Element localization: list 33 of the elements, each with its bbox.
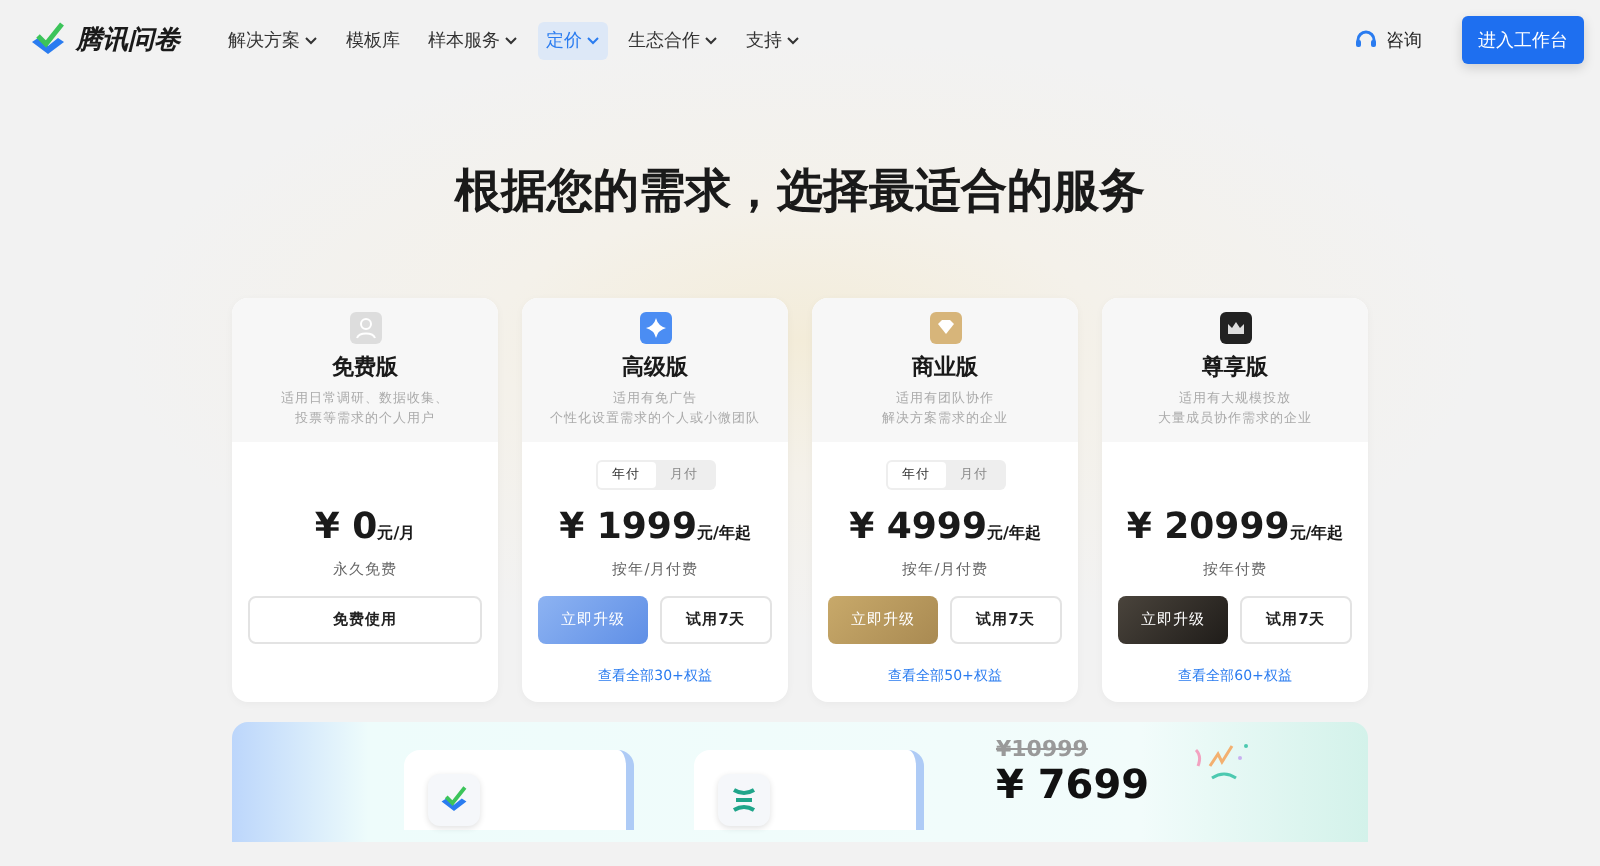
- price-unit: 元/年起: [986, 522, 1041, 544]
- chevron-down-icon: [786, 35, 800, 45]
- price-unit: 元/年起: [696, 522, 751, 544]
- original-price: ¥10999: [996, 736, 1090, 762]
- nav-item[interactable]: 样本服务: [420, 21, 526, 59]
- promo-price: ¥ 7699: [996, 762, 1150, 806]
- chevron-down-icon: [704, 35, 718, 45]
- crown-icon: [1219, 312, 1251, 344]
- brand-name: 腾讯问卷: [76, 24, 180, 58]
- plan-name: 尊享版: [1202, 352, 1268, 382]
- plan-name: 免费版: [332, 352, 398, 382]
- nav-item[interactable]: 解决方案: [220, 21, 326, 59]
- consult-link[interactable]: 咨询: [1354, 27, 1422, 53]
- nav-item[interactable]: 模板库: [338, 21, 408, 59]
- person-icon: [349, 312, 381, 344]
- price-unit: 元/年起: [1289, 522, 1344, 544]
- chevron-down-icon: [304, 35, 318, 45]
- plan-name: 商业版: [912, 352, 978, 382]
- price-unit: 元/月: [377, 522, 416, 544]
- price-amount: ¥ 1999: [559, 506, 697, 548]
- workspace-button[interactable]: 进入工作台: [1462, 16, 1584, 64]
- chevron-down-icon: [586, 35, 600, 45]
- logo-icon: [28, 22, 68, 58]
- sparkle-icon: [639, 312, 671, 344]
- price-amount: ¥ 0: [314, 506, 378, 548]
- nav-item[interactable]: 支持: [738, 21, 808, 59]
- price-amount: ¥ 4999: [849, 506, 987, 548]
- plan-name: 高级版: [622, 352, 688, 382]
- page-heading: 根据您的需求，选择最适合的服务: [452, 164, 1147, 222]
- price-amount: ¥ 20999: [1126, 506, 1290, 548]
- headset-icon: [1354, 28, 1378, 52]
- chevron-down-icon: [504, 35, 518, 45]
- nav-item[interactable]: 生态合作: [620, 21, 726, 59]
